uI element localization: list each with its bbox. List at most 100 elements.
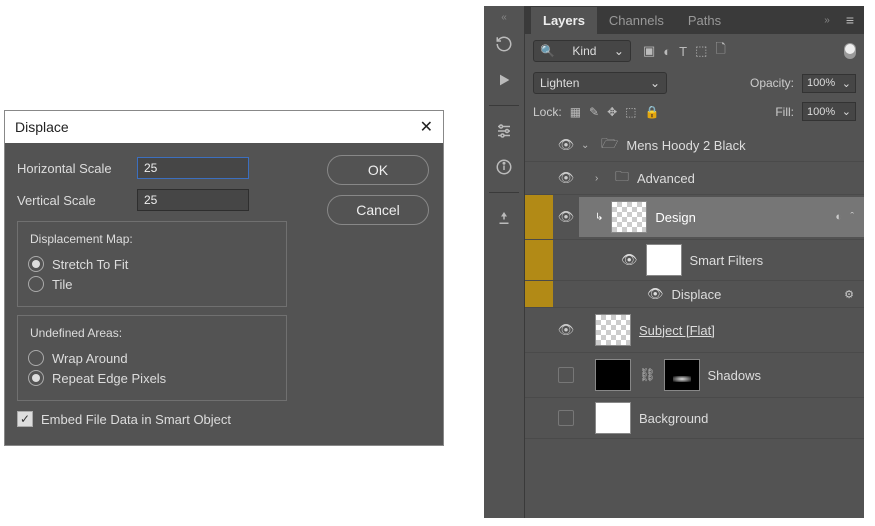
- clip-indicator-icon: ↳: [595, 212, 603, 223]
- undefined-areas-title: Undefined Areas:: [26, 326, 126, 340]
- horizontal-scale-input[interactable]: [137, 157, 249, 179]
- filter-name: Displace: [672, 287, 722, 302]
- visibility-toggle[interactable]: 👁: [621, 252, 638, 268]
- search-icon: 🔍: [540, 44, 555, 58]
- collapse-right-icon[interactable]: »: [818, 15, 836, 26]
- lock-position-icon[interactable]: ✥: [607, 105, 617, 119]
- filter-kind-label: Kind: [572, 44, 596, 58]
- layer-thumbnail[interactable]: [611, 201, 647, 233]
- dialog-title: Displace: [15, 119, 69, 135]
- layer-mask-thumbnail[interactable]: [664, 359, 700, 391]
- filter-toggle-switch[interactable]: [844, 43, 856, 59]
- visibility-hidden[interactable]: [553, 410, 579, 426]
- filter-shape-icon[interactable]: ⬚: [695, 43, 707, 59]
- repeat-edge-label: Repeat Edge Pixels: [52, 371, 166, 386]
- visibility-toggle[interactable]: 👁: [553, 209, 579, 225]
- adjustments-icon[interactable]: [489, 116, 519, 146]
- filter-smart-icon[interactable]: 🗋: [715, 40, 725, 62]
- filter-mask-thumbnail[interactable]: [646, 244, 682, 276]
- radio-selected-icon: [28, 256, 44, 272]
- visibility-toggle[interactable]: 👁: [647, 286, 664, 302]
- filter-disclosure-icon[interactable]: ˆ: [850, 211, 854, 223]
- layer-group-hoody[interactable]: 👁 ⌄ 🗁 Mens Hoody 2 Black: [525, 129, 864, 162]
- visibility-toggle[interactable]: 👁: [553, 322, 579, 338]
- fill-input[interactable]: 100% ⌄: [802, 102, 856, 121]
- toolstrip: «: [484, 6, 525, 518]
- tab-channels[interactable]: Channels: [597, 7, 676, 34]
- visibility-toggle[interactable]: 👁: [553, 170, 579, 186]
- layer-thumbnail[interactable]: [595, 402, 631, 434]
- filter-kind-select[interactable]: 🔍 Kind ⌄: [533, 40, 631, 62]
- embed-file-checkbox[interactable]: ✓ Embed File Data in Smart Object: [17, 411, 431, 427]
- vertical-scale-label: Vertical Scale: [17, 193, 137, 208]
- folder-icon: 🗀: [615, 166, 629, 190]
- clone-stamp-icon[interactable]: [489, 203, 519, 233]
- layer-filter-row: 🔍 Kind ⌄ ▣ ◐ T ⬚ 🗋: [525, 34, 864, 68]
- layers-panel-wrap: « Layers Channels Paths » ≡: [484, 6, 864, 518]
- lock-all-icon[interactable]: 🔒: [645, 105, 660, 119]
- collapse-left-icon[interactable]: «: [495, 12, 513, 23]
- lock-image-icon[interactable]: ✎: [589, 105, 599, 119]
- layer-name: Subject [Flat]: [639, 323, 715, 338]
- wrap-around-radio[interactable]: Wrap Around: [28, 350, 276, 366]
- ok-button[interactable]: OK: [327, 155, 429, 185]
- layer-subject[interactable]: 👁 Subject [Flat]: [525, 308, 864, 353]
- lock-artboard-icon[interactable]: ⬚: [625, 105, 636, 119]
- filter-pixel-icon[interactable]: ▣: [643, 43, 655, 59]
- lock-transparency-icon[interactable]: ▦: [570, 105, 581, 119]
- layer-smart-filters[interactable]: 👁 Smart Filters: [525, 240, 864, 281]
- layer-filter-displace[interactable]: 👁 Displace ⚙: [525, 281, 864, 308]
- close-icon[interactable]: ✕: [420, 117, 433, 137]
- folder-open-icon: 🗁: [601, 133, 618, 157]
- layer-thumbnail[interactable]: [595, 314, 631, 346]
- chevron-down-icon: ⌄: [614, 44, 624, 58]
- tab-paths[interactable]: Paths: [676, 7, 733, 34]
- chevron-right-icon[interactable]: ›: [595, 173, 607, 184]
- panel-menu-icon[interactable]: ≡: [836, 12, 864, 28]
- embed-file-label: Embed File Data in Smart Object: [41, 412, 231, 427]
- visibility-toggle[interactable]: 👁: [553, 137, 579, 153]
- layer-name: Shadows: [708, 368, 761, 383]
- layer-name: Design: [655, 210, 695, 225]
- lock-icons: ▦ ✎ ✥ ⬚ 🔒: [570, 105, 660, 119]
- chevron-down-icon: ⌄: [650, 76, 660, 90]
- opacity-input[interactable]: 100% ⌄: [802, 74, 856, 93]
- panel-tabs: Layers Channels Paths: [525, 7, 733, 34]
- filter-adjustment-icon[interactable]: ◐: [663, 44, 671, 59]
- layer-background[interactable]: Background: [525, 398, 864, 439]
- dialog-titlebar: Displace ✕: [5, 111, 443, 143]
- displace-dialog: Displace ✕ Horizontal Scale Vertical Sca…: [4, 110, 444, 446]
- blend-mode-select[interactable]: Lighten ⌄: [533, 72, 667, 94]
- vertical-scale-input[interactable]: [137, 189, 249, 211]
- filter-options-icon[interactable]: ⚙: [844, 288, 854, 301]
- tab-layers[interactable]: Layers: [531, 7, 597, 34]
- info-icon[interactable]: [489, 152, 519, 182]
- blend-opacity-row: Lighten ⌄ Opacity: 100% ⌄: [525, 68, 864, 98]
- play-icon[interactable]: [489, 65, 519, 95]
- layer-design[interactable]: 👁 ↳ Design ◐ ˆ: [525, 195, 864, 240]
- dialog-body: Horizontal Scale Vertical Scale Displace…: [5, 143, 443, 445]
- history-icon[interactable]: [489, 29, 519, 59]
- tile-radio[interactable]: Tile: [28, 276, 276, 292]
- radio-selected-icon: [28, 370, 44, 386]
- stretch-to-fit-radio[interactable]: Stretch To Fit: [28, 256, 276, 272]
- visibility-hidden[interactable]: [553, 367, 579, 383]
- lock-label: Lock:: [533, 105, 562, 119]
- repeat-edge-radio[interactable]: Repeat Edge Pixels: [28, 370, 276, 386]
- opacity-value: 100%: [807, 77, 835, 89]
- horizontal-scale-label: Horizontal Scale: [17, 161, 137, 176]
- undefined-areas-group: Undefined Areas: Wrap Around Repeat Edge…: [17, 315, 287, 401]
- fill-value: 100%: [807, 106, 835, 118]
- cancel-button[interactable]: Cancel: [327, 195, 429, 225]
- displacement-map-group: Displacement Map: Stretch To Fit Tile: [17, 221, 287, 307]
- layer-group-advanced[interactable]: 👁 › 🗀 Advanced: [525, 162, 864, 195]
- chevron-down-icon[interactable]: ⌄: [581, 140, 593, 151]
- link-icon[interactable]: ⛓: [639, 367, 656, 383]
- opacity-label: Opacity:: [750, 76, 794, 90]
- filter-type-icon[interactable]: T: [679, 44, 687, 59]
- layer-thumbnail[interactable]: [595, 359, 631, 391]
- layer-shadows[interactable]: ⛓ Shadows: [525, 353, 864, 398]
- fill-label: Fill:: [775, 105, 794, 119]
- smart-object-icon: ◐: [835, 211, 842, 223]
- radio-icon: [28, 350, 44, 366]
